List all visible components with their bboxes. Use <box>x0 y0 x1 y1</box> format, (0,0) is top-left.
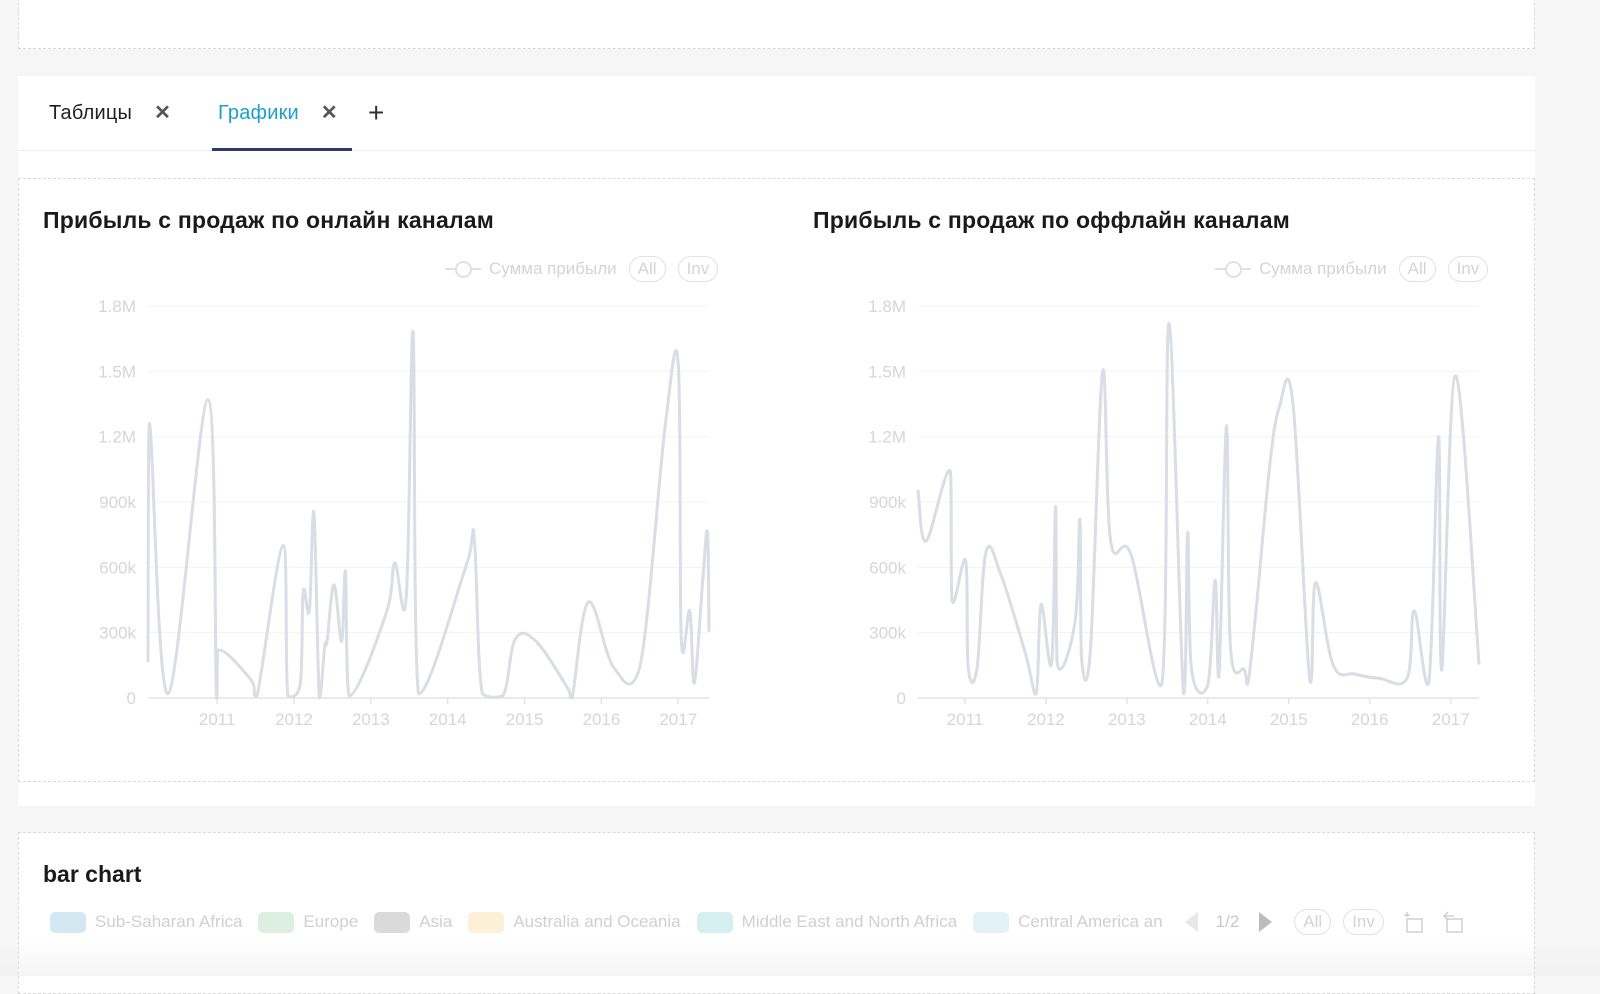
x-tick-label: 2012 <box>275 710 313 729</box>
prev-page-icon[interactable] <box>1184 912 1198 932</box>
y-tick-label: 1.5M <box>98 362 136 381</box>
next-page-icon[interactable] <box>1259 912 1273 932</box>
legend-item[interactable]: Europe <box>258 911 359 933</box>
legend-label: Central America an <box>1018 912 1163 931</box>
y-tick-label: 300k <box>869 624 906 643</box>
x-tick-label: 2013 <box>1108 710 1146 729</box>
y-tick-label: 900k <box>99 493 136 512</box>
series-line[interactable] <box>146 330 711 700</box>
x-tick-label: 2016 <box>1351 710 1389 729</box>
x-tick-label: 2014 <box>429 710 467 729</box>
legend-label: Australia and Oceania <box>513 912 681 931</box>
rect-select-icon[interactable] <box>1402 911 1424 933</box>
legend-swatch <box>696 911 733 933</box>
legend-all-button[interactable]: All <box>1294 909 1332 935</box>
online-profit-line-chart[interactable]: 0 300k 600k 900k 1.2M 1.5M 1.8M 2011 2012 2013 201… <box>0 0 1600 976</box>
legend-item[interactable]: Australia and Oceania <box>468 911 681 933</box>
legend-label: Europe <box>303 912 359 931</box>
legend-swatch <box>973 911 1010 933</box>
x-tick-label: 2015 <box>506 710 544 729</box>
legend-label: Asia <box>419 912 453 931</box>
x-tick-label: 2013 <box>352 710 390 729</box>
legend-label: Sub-Saharan Africa <box>95 912 243 931</box>
x-tick-label: 2017 <box>659 710 697 729</box>
clear-selection-icon[interactable] <box>1442 911 1464 933</box>
y-tick-label: 1.2M <box>98 428 136 447</box>
x-tick-label: 2017 <box>1432 710 1470 729</box>
bar-chart-title: bar chart <box>43 861 142 887</box>
y-tick-label: 0 <box>127 689 136 708</box>
y-tick-label: 1.8M <box>98 297 136 316</box>
legend-item[interactable]: Central America an <box>973 911 1163 933</box>
page-indicator: 1/2 <box>1215 912 1240 931</box>
y-tick-label: 1.8M <box>868 297 906 316</box>
y-tick-label: 600k <box>869 558 906 577</box>
x-tick-label: 2014 <box>1189 710 1227 729</box>
legend-swatch <box>258 911 295 933</box>
series-line[interactable] <box>916 321 1481 696</box>
y-tick-label: 1.5M <box>868 362 906 381</box>
legend-item[interactable]: Sub-Saharan Africa <box>50 911 243 933</box>
x-tick-label: 2011 <box>947 710 984 729</box>
x-tick-label: 2012 <box>1027 710 1065 729</box>
legend-swatch <box>50 911 86 933</box>
y-tick-label: 0 <box>897 689 906 708</box>
legend-pager: 1/2 <box>1184 912 1273 932</box>
x-tick-label: 2015 <box>1270 710 1308 729</box>
legend-item[interactable]: Middle East and North Africa <box>696 911 958 933</box>
bar-chart-legend: Sub-Saharan Africa Europe Asia Australia an… <box>50 909 1464 935</box>
y-tick-label: 1.2M <box>868 428 906 447</box>
legend-item[interactable]: Asia <box>374 911 453 933</box>
y-tick-label: 900k <box>869 493 906 512</box>
y-tick-label: 600k <box>99 558 136 577</box>
x-tick-label: 2011 <box>199 710 236 729</box>
legend-swatch <box>468 911 505 933</box>
legend-label: Middle East and North Africa <box>741 912 958 931</box>
bar-chart-panel: bar chart Sub-Saharan Africa Europe Asia Au… <box>18 832 1535 994</box>
legend-inv-button[interactable]: Inv <box>1343 909 1384 935</box>
x-tick-label: 2016 <box>582 710 620 729</box>
y-tick-label: 300k <box>99 624 136 643</box>
legend-swatch <box>374 911 411 933</box>
